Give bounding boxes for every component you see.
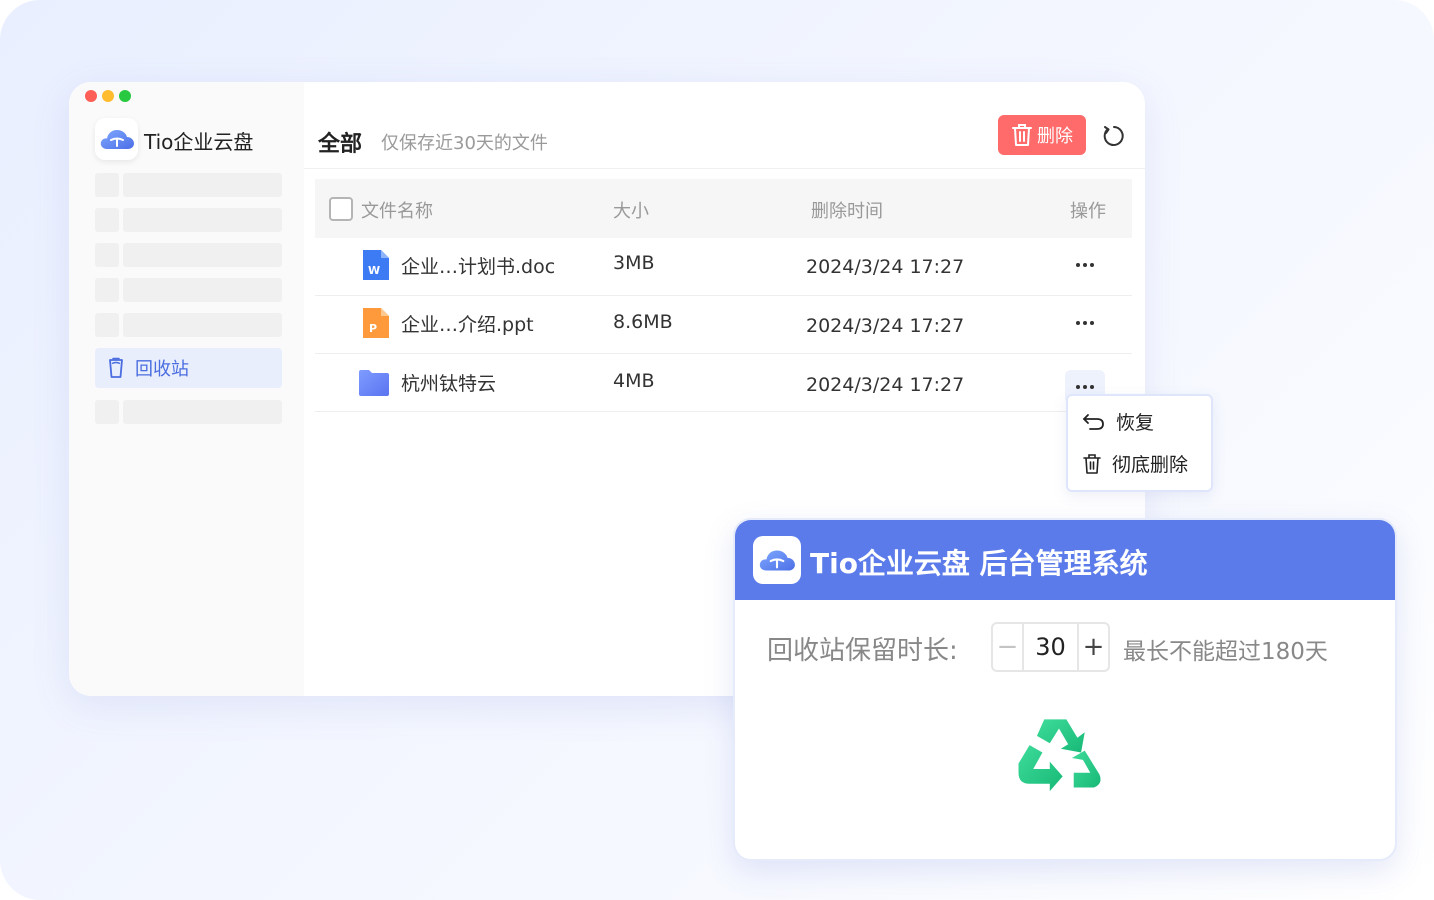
column-header-name: 文件名称 bbox=[361, 201, 433, 222]
file-size: 3MB bbox=[613, 252, 655, 274]
admin-panel: Tio企业云盘 后台管理系统 回收站保留时长: − 30 + 最长不能超过180… bbox=[733, 518, 1397, 861]
trash-icon bbox=[1083, 453, 1101, 474]
deleted-time: 2024/3/24 17:27 bbox=[806, 374, 965, 396]
file-name: 杭州钛特云 bbox=[401, 373, 497, 395]
file-size: 8.6MB bbox=[613, 311, 673, 333]
column-header-deleted-time: 删除时间 bbox=[811, 201, 883, 222]
header-divider bbox=[304, 168, 1145, 169]
select-all-checkbox[interactable] bbox=[329, 197, 353, 221]
window-controls bbox=[85, 90, 131, 102]
cloud-logo-icon bbox=[95, 118, 138, 160]
admin-title: Tio企业云盘 后台管理系统 bbox=[810, 547, 1148, 580]
decrement-button[interactable]: − bbox=[993, 624, 1024, 670]
table-header: 文件名称 大小 删除时间 操作 bbox=[315, 179, 1132, 238]
column-header-size: 大小 bbox=[613, 201, 649, 222]
deleted-time: 2024/3/24 17:27 bbox=[806, 315, 965, 337]
folder-icon bbox=[359, 370, 389, 396]
minimize-window-button[interactable] bbox=[102, 90, 114, 102]
page-title: 全部 bbox=[318, 132, 363, 157]
retention-input[interactable]: 30 bbox=[1024, 624, 1077, 670]
table-row[interactable]: 杭州钛特云 4MB 2024/3/24 17:27 bbox=[315, 354, 1132, 412]
cloud-logo-icon bbox=[753, 536, 801, 584]
retention-stepper: − 30 + bbox=[991, 622, 1110, 672]
file-name: 企业…计划书.doc bbox=[401, 256, 556, 278]
sidebar-item-placeholder[interactable] bbox=[95, 173, 282, 197]
close-window-button[interactable] bbox=[85, 90, 97, 102]
file-size: 4MB bbox=[613, 370, 655, 392]
sidebar-item-placeholder[interactable] bbox=[95, 278, 282, 302]
more-actions-button[interactable] bbox=[1065, 250, 1105, 280]
app-title: Tio企业云盘 bbox=[144, 130, 254, 154]
table-row[interactable]: P 企业…介绍.ppt 8.6MB 2024/3/24 17:27 bbox=[315, 296, 1132, 354]
retention-label: 回收站保留时长: bbox=[767, 636, 958, 666]
sidebar-item-placeholder[interactable] bbox=[95, 400, 282, 424]
trash-can-icon bbox=[109, 357, 123, 378]
retention-note: 最长不能超过180天 bbox=[1123, 639, 1328, 665]
word-file-icon: W bbox=[363, 250, 389, 280]
sidebar-item-placeholder[interactable] bbox=[95, 208, 282, 232]
undo-icon bbox=[1083, 413, 1104, 430]
sidebar-item-placeholder[interactable] bbox=[95, 243, 282, 267]
column-header-actions: 操作 bbox=[1070, 201, 1106, 222]
admin-header: Tio企业云盘 后台管理系统 bbox=[735, 520, 1395, 600]
sidebar-item-recycle-bin[interactable]: 回收站 bbox=[95, 348, 282, 388]
delete-icon bbox=[1012, 124, 1032, 146]
ppt-file-icon: P bbox=[363, 308, 389, 338]
delete-permanently-menu-item[interactable]: 彻底删除 bbox=[1082, 450, 1188, 477]
file-name: 企业…介绍.ppt bbox=[401, 314, 534, 336]
refresh-icon[interactable] bbox=[1102, 124, 1126, 148]
delete-permanently-label: 彻底删除 bbox=[1112, 454, 1189, 476]
svg-text:P: P bbox=[369, 322, 377, 335]
recycle-icon bbox=[1018, 719, 1101, 792]
sidebar-item-placeholder[interactable] bbox=[95, 313, 282, 337]
context-menu: 恢复 彻底删除 bbox=[1066, 394, 1213, 492]
maximize-window-button[interactable] bbox=[119, 90, 131, 102]
delete-button[interactable]: 删除 bbox=[998, 115, 1086, 155]
increment-button[interactable]: + bbox=[1077, 624, 1108, 670]
page-subtitle: 仅保存近30天的文件 bbox=[381, 133, 548, 154]
table-row[interactable]: W 企业…计划书.doc 3MB 2024/3/24 17:27 bbox=[315, 238, 1132, 296]
deleted-time: 2024/3/24 17:27 bbox=[806, 256, 965, 278]
sidebar: Tio企业云盘 回收站 bbox=[69, 82, 304, 696]
restore-label: 恢复 bbox=[1116, 412, 1155, 434]
sidebar-item-label: 回收站 bbox=[135, 359, 189, 380]
svg-text:W: W bbox=[368, 264, 380, 277]
more-actions-button[interactable] bbox=[1065, 308, 1105, 338]
restore-menu-item[interactable]: 恢复 bbox=[1082, 408, 1154, 435]
delete-button-label: 删除 bbox=[1037, 126, 1073, 147]
